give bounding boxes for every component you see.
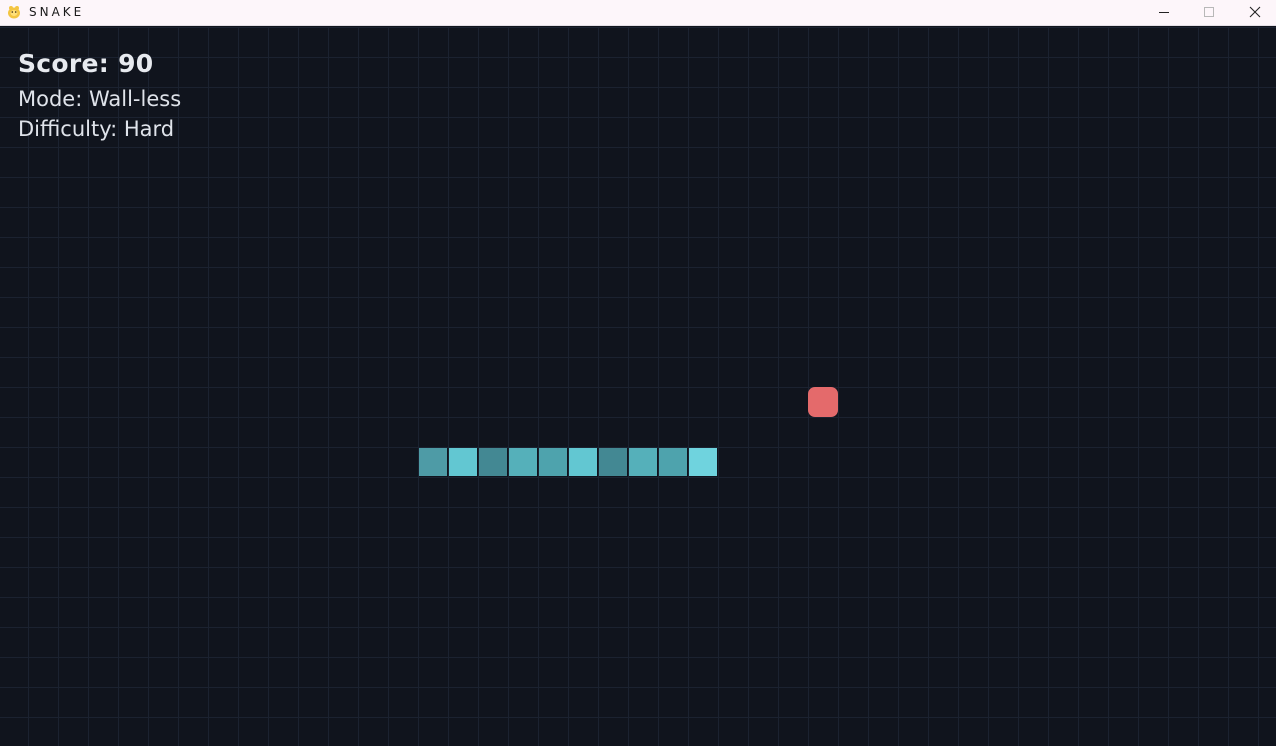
mode-label: Mode: Wall-less (18, 87, 182, 111)
maximize-button[interactable] (1186, 0, 1232, 24)
minimize-icon (1159, 12, 1169, 13)
snake-body-segment (599, 448, 627, 476)
snake-body-segment (419, 448, 447, 476)
close-button[interactable] (1232, 0, 1276, 24)
maximize-icon (1204, 7, 1214, 17)
window-title: SNAKE (29, 5, 85, 19)
title-bar[interactable]: SNAKE (0, 0, 1276, 26)
snake-head (689, 448, 717, 476)
difficulty-label: Difficulty: Hard (18, 117, 175, 141)
food-apple (808, 387, 838, 417)
snake-body-segment (539, 448, 567, 476)
snake-body-segment (479, 448, 507, 476)
close-icon (1249, 6, 1261, 18)
game-window: SNAKE Score: 90 Mode: Wall-less Difficul… (0, 0, 1276, 746)
hud: Score: 90 Mode: Wall-less Difficulty: Ha… (18, 48, 181, 144)
game-board[interactable]: Score: 90 Mode: Wall-less Difficulty: Ha… (0, 27, 1276, 746)
snake-body-segment (629, 448, 657, 476)
pygame-snake-app-icon (8, 6, 20, 19)
snake-body-segment (449, 448, 477, 476)
snake-body-segment (569, 448, 597, 476)
minimize-button[interactable] (1141, 0, 1187, 24)
score-label: Score: 90 (18, 49, 154, 78)
snake-body-segment (659, 448, 687, 476)
snake-body-segment (509, 448, 537, 476)
